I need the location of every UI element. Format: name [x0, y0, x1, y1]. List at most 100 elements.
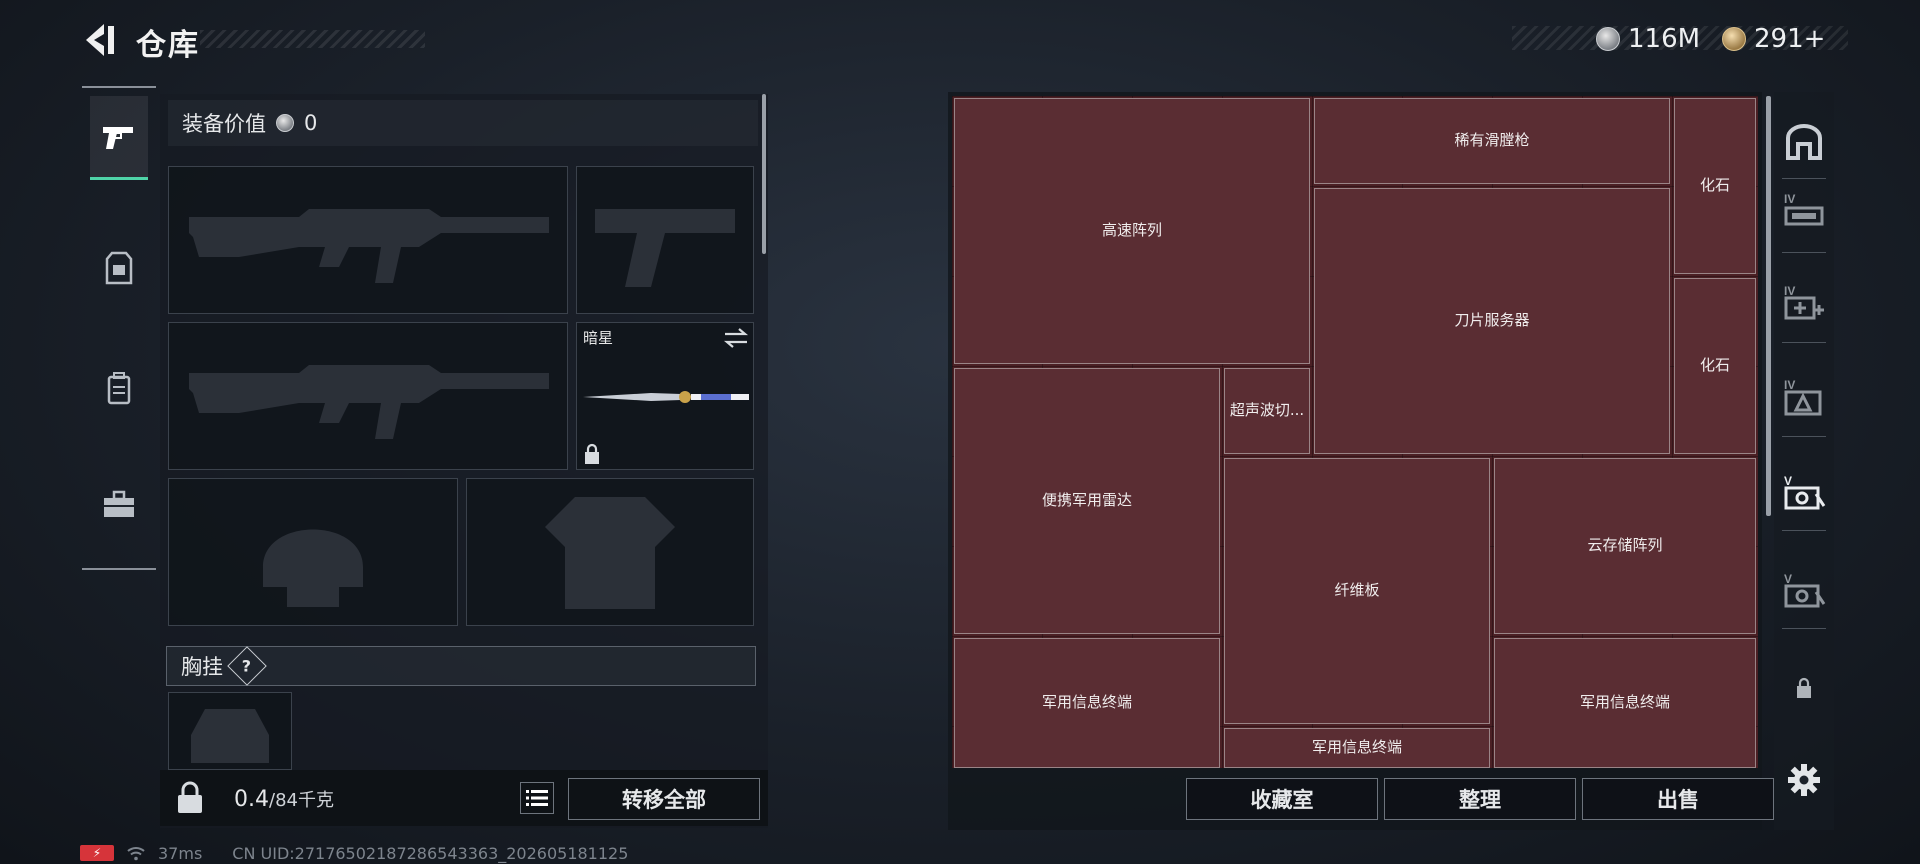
chest-rig-slot[interactable]: [168, 692, 292, 770]
svg-text:IV: IV: [1784, 284, 1795, 298]
pistol-icon: [103, 126, 133, 149]
svg-text:V: V: [1784, 474, 1792, 488]
melee-slot[interactable]: 暗星: [576, 322, 754, 470]
storage-item[interactable]: 超声波切...: [1222, 366, 1312, 456]
chest-rig-header: 胸挂 ?: [166, 646, 756, 686]
sidebar-divider: [1782, 530, 1826, 531]
weight-current: 0.4: [234, 787, 269, 812]
primary-weapon-slot[interactable]: [168, 166, 568, 314]
claw-fossil-icon: 化石: [1674, 278, 1756, 454]
weight-capacity: 0.4/84千克: [234, 786, 334, 812]
military-radar-icon: 便携军用雷达: [954, 368, 1220, 634]
military-terminal-icon: 军用信息终端: [1494, 638, 1756, 768]
list-icon: [526, 790, 548, 806]
padlock-icon: [178, 781, 202, 813]
svg-text:IV: IV: [1784, 378, 1795, 392]
tier-v-device-icon: V: [1784, 572, 1826, 608]
battery-icon: ⚡: [80, 845, 114, 861]
gold-currency-amount: 291+: [1754, 24, 1826, 54]
sidebar-divider: [1782, 436, 1826, 437]
weight-max: /84千克: [269, 790, 334, 811]
military-terminal-icon: 军用信息终端: [954, 638, 1220, 768]
storage-item[interactable]: 化石: [1672, 276, 1758, 456]
primary-weapon-slot-2[interactable]: [168, 322, 568, 470]
tab-kit[interactable]: [90, 462, 148, 546]
storage-item[interactable]: 云存储阵列: [1492, 456, 1758, 636]
melee-item-name: 暗星: [583, 329, 614, 347]
backpack-icon: [107, 372, 131, 405]
silver-coin-icon: [276, 114, 294, 132]
gear-icon: [1788, 764, 1820, 796]
storage-item[interactable]: 化石: [1672, 96, 1758, 276]
list-view-button[interactable]: [520, 782, 554, 814]
fiber-board-icon: 纤维板: [1224, 458, 1490, 724]
lock-icon: [1797, 677, 1811, 698]
storage-item[interactable]: 稀有滑膛枪: [1312, 96, 1672, 186]
tier-iv-tab-3[interactable]: IV: [1774, 366, 1834, 426]
tab-armor[interactable]: [90, 226, 148, 310]
status-line: ⚡ 37ms CN UID:27176502187286543363_20260…: [80, 842, 628, 864]
equipment-value-amount: 0: [304, 111, 318, 135]
sell-button[interactable]: 出售: [1582, 778, 1774, 820]
sidebar-divider: [1782, 628, 1826, 629]
tier-v-tab-1[interactable]: V: [1774, 462, 1834, 522]
toolbox-icon: [104, 490, 134, 517]
settings-button[interactable]: [1784, 760, 1824, 800]
gold-coin-icon: [1722, 27, 1746, 51]
sidebar-divider: [1782, 342, 1826, 343]
category-bar-divider: [82, 86, 156, 88]
storage-item[interactable]: 便携军用雷达: [952, 366, 1222, 636]
storage-server-icon: 高速阵列: [954, 98, 1310, 364]
dagger-icon: [583, 391, 749, 403]
chest-rig-silhouette-icon: [191, 709, 269, 763]
title-decoration: [200, 30, 425, 48]
tier-iv-medkit-icon: IV: [1784, 284, 1824, 320]
organize-button[interactable]: 整理: [1384, 778, 1576, 820]
claw-fossil-icon: 化石: [1674, 98, 1756, 274]
storage-grid[interactable]: 高速阵列 稀有滑膛枪 化石 刀片服务器 化石 便携军用雷达 超声波切... 纤维…: [952, 96, 1758, 768]
tier-v-tab-2[interactable]: V: [1774, 560, 1834, 620]
storage-item[interactable]: 刀片服务器: [1312, 186, 1672, 456]
locked-tab[interactable]: [1774, 658, 1834, 718]
pistol-silhouette-icon: [595, 209, 735, 287]
svg-text:IV: IV: [1784, 192, 1795, 206]
body-armor-slot[interactable]: [466, 478, 754, 626]
wifi-icon: [127, 847, 145, 861]
helmet-slot[interactable]: [168, 478, 458, 626]
back-button[interactable]: [80, 20, 116, 60]
swap-icon[interactable]: [723, 327, 749, 349]
gold-currency[interactable]: 291+: [1722, 24, 1825, 54]
transfer-all-button[interactable]: 转移全部: [568, 778, 760, 820]
container-icon: [1786, 124, 1822, 160]
storage-item[interactable]: 军用信息终端: [1222, 726, 1492, 768]
secondary-weapon-slot[interactable]: [576, 166, 754, 314]
tab-backpack[interactable]: [90, 346, 148, 430]
svg-text:V: V: [1784, 572, 1792, 586]
help-icon[interactable]: ?: [227, 646, 267, 686]
back-arrow-icon: [86, 24, 114, 56]
vest-icon: [105, 251, 133, 285]
storage-item[interactable]: 军用信息终端: [952, 636, 1222, 768]
equipment-value-row: 装备价值 0: [168, 100, 758, 146]
storage-item[interactable]: 高速阵列: [952, 96, 1312, 366]
page-title: 仓库: [136, 28, 200, 63]
ping-readout: 37ms: [158, 843, 203, 863]
sidebar-divider: [1782, 178, 1826, 179]
category-bar-divider: [82, 568, 156, 570]
storage-item[interactable]: 军用信息终端: [1492, 636, 1758, 768]
storage-scrollbar[interactable]: [1766, 96, 1771, 516]
tier-iv-tab-2[interactable]: IV: [1774, 272, 1834, 332]
lock-icon: [585, 443, 599, 464]
rifle-silhouette-icon: [189, 209, 549, 283]
equipment-scrollbar[interactable]: [762, 94, 766, 254]
rifle-silhouette-icon: [189, 365, 549, 439]
military-terminal-icon: 军用信息终端: [1224, 728, 1490, 768]
collection-room-button[interactable]: 收藏室: [1186, 778, 1378, 820]
armor-silhouette-icon: [545, 497, 675, 609]
storage-item[interactable]: 纤维板: [1222, 456, 1492, 726]
tab-weapons[interactable]: [90, 96, 148, 180]
container-tab[interactable]: [1774, 112, 1834, 172]
inventory-lock-button[interactable]: [170, 778, 210, 818]
tier-v-device-icon: V: [1784, 474, 1826, 510]
tier-iv-tab-1[interactable]: IV: [1774, 180, 1834, 240]
